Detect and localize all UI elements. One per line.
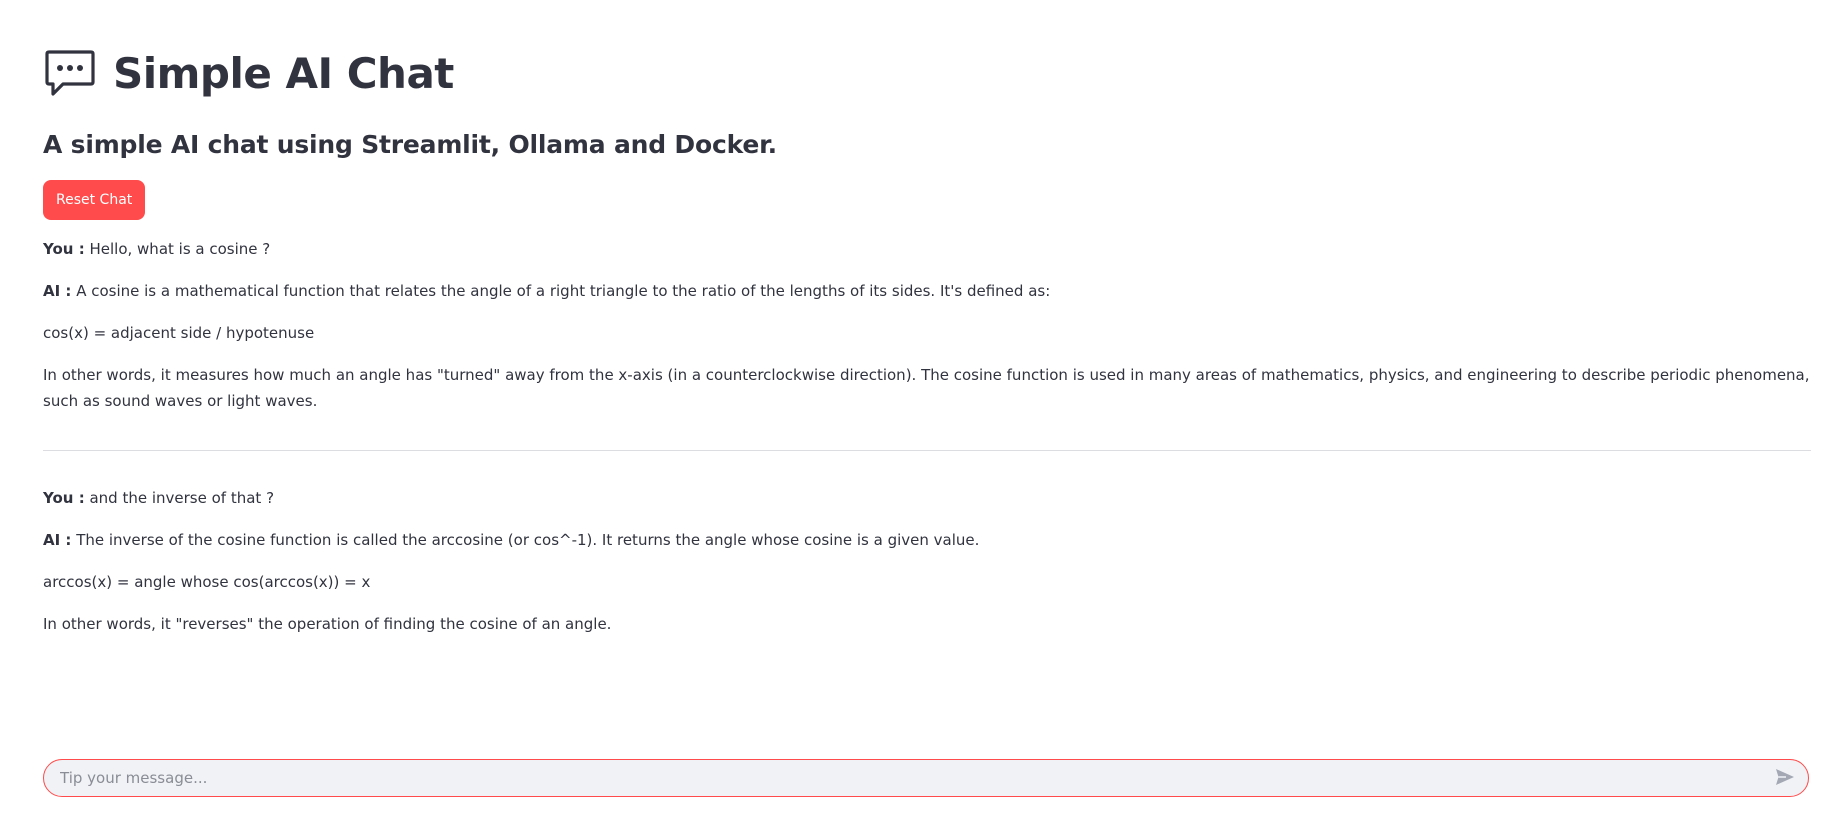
page-subtitle: A simple AI chat using Streamlit, Ollama… [43,130,777,159]
ai-message: AI : A cosine is a mathematical function… [43,278,1813,304]
send-button[interactable] [1766,760,1804,796]
user-message-text: Hello, what is a cosine ? [89,240,271,258]
ai-message: AI : The inverse of the cosine function … [43,527,1813,553]
user-prefix: You : [43,240,85,258]
page-title: Simple AI Chat [113,48,454,98]
message-divider [43,450,1811,451]
chat-history: You : Hello, what is a cosine ? AI : A c… [43,236,1813,653]
ai-message-paragraph: cos(x) = adjacent side / hypotenuse [43,324,315,342]
ai-prefix: AI : [43,531,72,549]
chat-exchange: You : and the inverse of that ? AI : The… [43,485,1813,637]
user-prefix: You : [43,489,85,507]
ai-message-paragraph: In other words, it measures how much an … [43,366,1810,410]
send-icon [1775,768,1795,789]
ai-message-paragraph: In other words, it "reverses" the operat… [43,615,612,633]
chat-input[interactable] [44,760,1766,796]
user-message: You : and the inverse of that ? [43,485,1813,511]
ai-message-text: The inverse of the cosine function is ca… [76,531,980,549]
app-page: Simple AI Chat A simple AI chat using St… [0,0,1834,824]
chat-input-container [43,759,1809,797]
ai-message-paragraph: arccos(x) = angle whose cos(arccos(x)) =… [43,573,371,591]
speech-bubble-icon [43,46,97,100]
ai-prefix: AI : [43,282,72,300]
ai-message-text: A cosine is a mathematical function that… [76,282,1051,300]
reset-chat-button[interactable]: Reset Chat [43,180,146,220]
user-message-text: and the inverse of that ? [89,489,275,507]
page-header: Simple AI Chat [43,46,454,100]
user-message: You : Hello, what is a cosine ? [43,236,1813,262]
chat-exchange: You : Hello, what is a cosine ? AI : A c… [43,236,1813,414]
